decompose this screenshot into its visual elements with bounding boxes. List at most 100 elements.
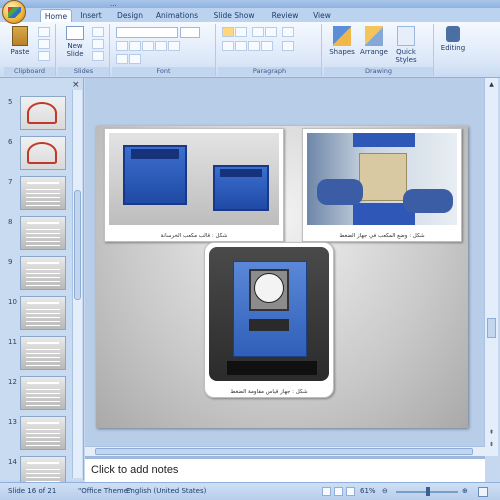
slide-thumbnail[interactable] bbox=[20, 216, 66, 250]
zoom-slider-thumb[interactable] bbox=[426, 487, 430, 496]
slide-thumbnail-row[interactable]: 13 bbox=[0, 416, 72, 454]
office-button[interactable] bbox=[2, 0, 26, 24]
shapes-button[interactable]: Shapes bbox=[328, 26, 356, 56]
quick-styles-icon bbox=[397, 26, 415, 46]
tab-review[interactable]: Review bbox=[266, 9, 304, 22]
photo-caption: شكل : قالب مكعب الخرسانة bbox=[160, 233, 228, 239]
window-title: ... bbox=[110, 0, 117, 8]
tab-insert[interactable]: Insert bbox=[74, 9, 108, 22]
zoom-level[interactable]: 61% bbox=[360, 487, 376, 495]
slides-pane-scroll-thumb[interactable] bbox=[74, 190, 81, 300]
layout-icon[interactable] bbox=[92, 27, 104, 37]
text-direction-icon[interactable] bbox=[282, 27, 294, 37]
normal-view-icon[interactable] bbox=[322, 487, 331, 496]
horizontal-scroll-thumb[interactable] bbox=[95, 448, 473, 455]
zoom-out-icon[interactable]: ⊖ bbox=[382, 487, 388, 495]
slide-thumbnail-row[interactable]: 9 bbox=[0, 256, 72, 294]
tab-view[interactable]: View bbox=[306, 9, 338, 22]
slide-thumbnail-row[interactable]: 6 bbox=[0, 136, 72, 174]
notes-placeholder[interactable]: Click to add notes bbox=[91, 464, 178, 476]
scroll-up-icon[interactable]: ▲ bbox=[487, 80, 496, 89]
strikethrough-icon[interactable] bbox=[155, 41, 167, 51]
increase-indent-icon[interactable] bbox=[265, 27, 277, 37]
slide-thumbnail-row[interactable]: 11 bbox=[0, 336, 72, 374]
align-right-icon[interactable] bbox=[248, 41, 260, 51]
tab-home[interactable]: Home bbox=[40, 9, 72, 22]
photo-cube-molds[interactable]: شكل : قالب مكعب الخرسانة bbox=[104, 128, 284, 242]
slide-number: 9 bbox=[8, 258, 13, 266]
slide-thumbnail[interactable] bbox=[20, 376, 66, 410]
slide-number: 13 bbox=[8, 418, 17, 426]
vertical-scroll-thumb[interactable] bbox=[487, 318, 496, 338]
arrange-button[interactable]: Arrange bbox=[358, 26, 390, 56]
slide[interactable]: شكل : قالب مكعب الخرسانة شكل : وضع المكع… bbox=[96, 126, 468, 428]
slide-thumbnail-row[interactable]: 5 bbox=[0, 96, 72, 134]
cut-icon[interactable] bbox=[38, 27, 50, 37]
status-bar: Slide 16 of 21 "Office Theme" English (U… bbox=[0, 482, 500, 500]
paste-button[interactable]: Paste bbox=[8, 26, 32, 56]
slide-thumbnail[interactable] bbox=[20, 256, 66, 290]
slide-thumbnail[interactable] bbox=[20, 96, 66, 130]
slide-thumbnail[interactable] bbox=[20, 416, 66, 450]
underline-icon[interactable] bbox=[142, 41, 154, 51]
tab-animations[interactable]: Animations bbox=[152, 9, 202, 22]
testing-machine-image bbox=[209, 247, 329, 381]
notes-pane[interactable]: Click to add notes bbox=[85, 456, 485, 482]
close-pane-icon[interactable]: × bbox=[72, 80, 80, 90]
clipboard-group-label: Clipboard bbox=[4, 67, 55, 76]
font-size-combo[interactable] bbox=[180, 27, 200, 38]
editing-button[interactable]: Editing bbox=[438, 26, 468, 52]
align-text-icon[interactable] bbox=[282, 41, 294, 51]
italic-icon[interactable] bbox=[129, 41, 141, 51]
justify-icon[interactable] bbox=[261, 41, 273, 51]
font-name-combo[interactable] bbox=[116, 27, 178, 38]
photo-caption: شكل : وضع المكعب في جهاز الضغط bbox=[339, 233, 425, 239]
slides-pane-scrollbar[interactable] bbox=[72, 90, 82, 478]
title-bar: ... bbox=[0, 0, 500, 8]
slides-group: New Slide Slides bbox=[58, 24, 110, 76]
fit-to-window-icon[interactable] bbox=[478, 487, 488, 497]
slide-thumbnail-row[interactable]: 8 bbox=[0, 216, 72, 254]
zoom-in-icon[interactable]: ⊕ bbox=[462, 487, 468, 495]
quick-styles-button[interactable]: Quick Styles bbox=[392, 26, 420, 64]
next-slide-icon[interactable]: ⇟ bbox=[487, 440, 496, 449]
new-slide-icon bbox=[66, 26, 84, 40]
slide-thumbnail[interactable] bbox=[20, 136, 66, 170]
photo-compression-loading[interactable]: شكل : وضع المكعب في جهاز الضغط bbox=[302, 128, 462, 242]
paragraph-group: Paragraph bbox=[218, 24, 322, 76]
bold-icon[interactable] bbox=[116, 41, 128, 51]
paragraph-group-label: Paragraph bbox=[218, 67, 321, 76]
slide-number: 10 bbox=[8, 298, 17, 306]
align-center-icon[interactable] bbox=[235, 41, 247, 51]
vertical-scrollbar[interactable]: ▲ ⇞ ⇟ bbox=[484, 78, 498, 456]
slide-sorter-icon[interactable] bbox=[334, 487, 343, 496]
office-logo-icon bbox=[8, 7, 21, 18]
slide-thumbnail[interactable] bbox=[20, 176, 66, 210]
photo-testing-machine[interactable]: شكل : جهاز قياس مقاومة الضغط bbox=[204, 242, 334, 398]
align-left-icon[interactable] bbox=[222, 41, 234, 51]
delete-slide-icon[interactable] bbox=[92, 51, 104, 61]
copy-icon[interactable] bbox=[38, 39, 50, 49]
tab-design[interactable]: Design bbox=[110, 9, 150, 22]
shadow-icon[interactable] bbox=[168, 41, 180, 51]
previous-slide-icon[interactable]: ⇞ bbox=[487, 428, 496, 437]
format-painter-icon[interactable] bbox=[38, 51, 50, 61]
reset-icon[interactable] bbox=[92, 39, 104, 49]
decrease-indent-icon[interactable] bbox=[252, 27, 264, 37]
slide-thumbnail-row[interactable]: 7 bbox=[0, 176, 72, 214]
font-color-icon[interactable] bbox=[116, 54, 128, 64]
change-case-icon[interactable] bbox=[129, 54, 141, 64]
slide-number: 12 bbox=[8, 378, 17, 386]
language-indicator[interactable]: English (United States) bbox=[126, 487, 206, 495]
bullets-icon[interactable] bbox=[222, 27, 234, 37]
numbering-icon[interactable] bbox=[235, 27, 247, 37]
slide-thumbnail-row[interactable]: 10 bbox=[0, 296, 72, 334]
slide-thumbnail-row[interactable]: 12 bbox=[0, 376, 72, 414]
slide-thumbnail[interactable] bbox=[20, 336, 66, 370]
new-slide-button[interactable]: New Slide bbox=[62, 26, 88, 58]
tab-slide-show[interactable]: Slide Show bbox=[206, 9, 262, 22]
font-group-label: Font bbox=[112, 67, 215, 76]
horizontal-scrollbar[interactable] bbox=[85, 446, 485, 456]
slide-show-icon[interactable] bbox=[346, 487, 355, 496]
slide-thumbnail[interactable] bbox=[20, 296, 66, 330]
